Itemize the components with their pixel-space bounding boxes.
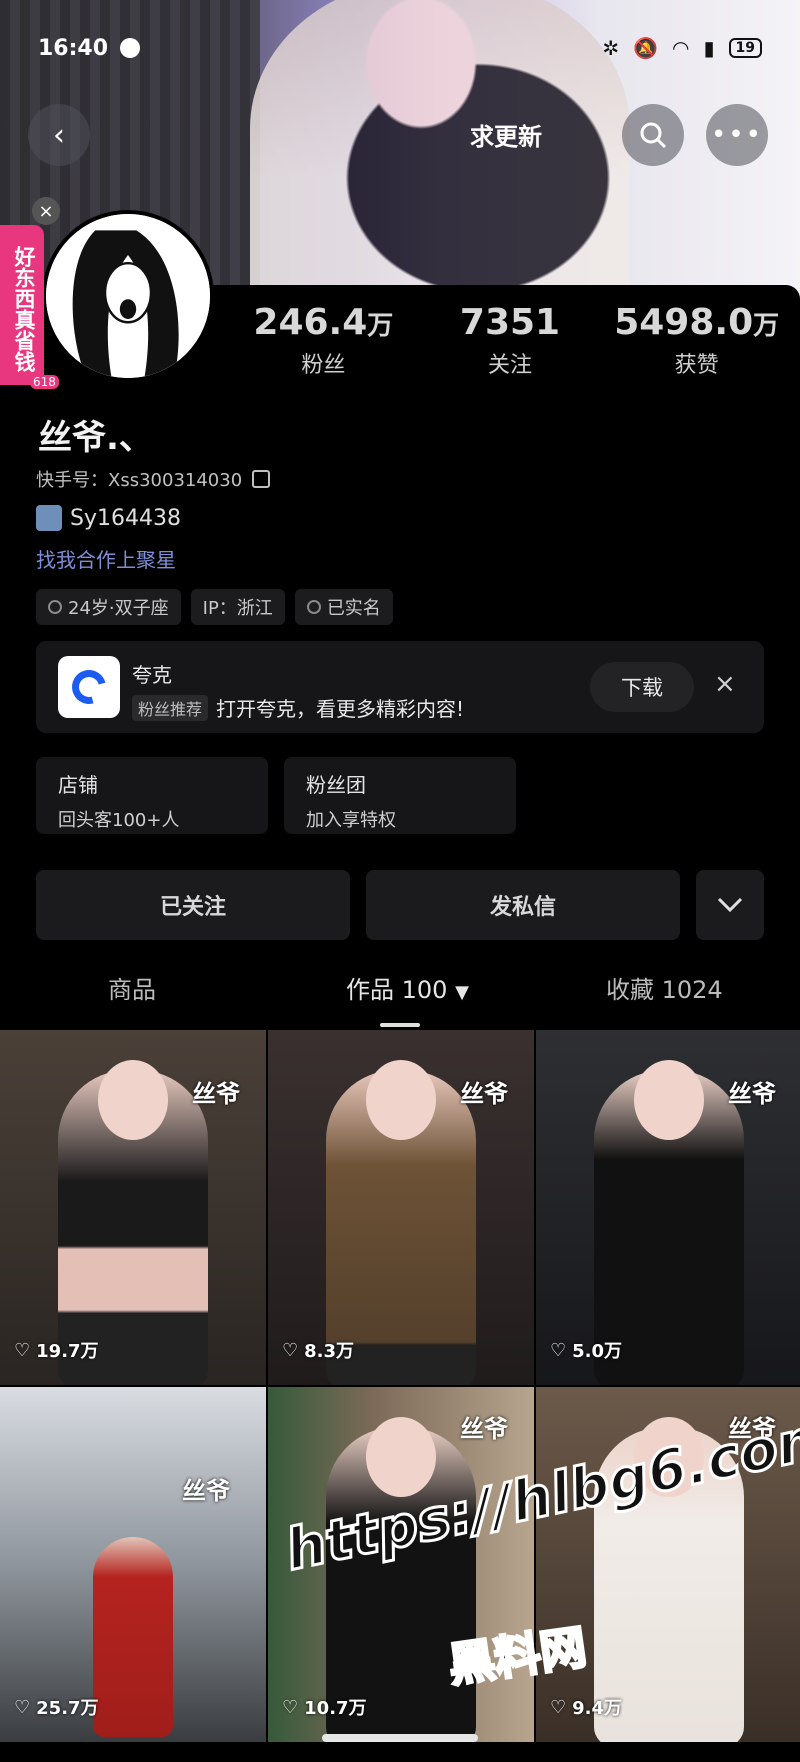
video-likes: ♡ 9.4万 [550, 1696, 623, 1720]
followed-button[interactable]: 已关注 [36, 870, 350, 940]
back-button[interactable]: ‹ [28, 104, 90, 166]
video-likes: ♡ 10.7万 [282, 1696, 367, 1720]
mute-icon: 🔕 [633, 36, 659, 60]
heart-icon: ♡ [282, 1696, 299, 1718]
heart-icon: ♡ [282, 1339, 299, 1361]
status-time: 16:40 [38, 35, 109, 61]
shop-card[interactable]: 店铺 回头客100+人 [36, 757, 268, 834]
video-item[interactable]: 丝爷 ♡ 5.0万 [536, 1030, 800, 1385]
status-icons: ✲ 🔕 ◠ ▮ 19 [602, 36, 762, 60]
stat-unit: 万 [367, 311, 394, 341]
notification-icon [120, 38, 141, 58]
tab-favorites[interactable]: 收藏 1024 [606, 970, 723, 1005]
tag-label: 24岁·双子座 [68, 598, 169, 619]
stat-label: 获赞 [674, 353, 719, 378]
stat-value: 5498.0 [614, 302, 754, 343]
battery-icon: 19 [728, 38, 762, 58]
search-button[interactable] [622, 104, 684, 166]
avatar-illustration [46, 214, 210, 378]
ad-description: 粉丝推荐 打开夸克，看更多精彩内容! [132, 693, 464, 722]
video-item[interactable]: 丝爷 ♡ 19.7万 [0, 1030, 266, 1385]
avatar[interactable] [42, 210, 214, 382]
tag-verified: 已实名 [294, 589, 393, 625]
ad-card[interactable]: 夸克 粉丝推荐 打开夸克，看更多精彩内容! 下载 × [36, 641, 764, 733]
video-item[interactable]: 丝爷 ♡ 8.3万 [268, 1030, 534, 1385]
tab-indicator [380, 1023, 420, 1027]
username: 丝爷.、 [38, 418, 153, 458]
tag-ip: IP：浙江 [190, 589, 285, 625]
video-watermark: 丝爷 [192, 1080, 240, 1108]
expand-button[interactable] [696, 870, 764, 940]
tab-works-label: 作品 100 [346, 976, 448, 1004]
heart-icon: ♡ [14, 1339, 31, 1361]
profile-stats: 246.4万 粉丝 7351 关注 5498.0万 获赞 [230, 302, 790, 379]
ad-download-button[interactable]: 下载 [590, 662, 694, 712]
age-icon [48, 600, 62, 614]
more-button[interactable]: ••• [706, 104, 768, 166]
tab-works[interactable]: 作品 100 ▼ [346, 970, 469, 1005]
caret-down-icon: ▼ [455, 982, 469, 1003]
home-indicator[interactable] [322, 1734, 478, 1742]
tag-label: IP：浙江 [202, 598, 273, 619]
shop-title: 店铺 [58, 773, 98, 797]
fan-club-card[interactable]: 粉丝团 加入享特权 [284, 757, 516, 834]
quark-logo-icon [58, 656, 120, 718]
heart-icon: ♡ [14, 1696, 31, 1718]
promo-close-button[interactable]: × [32, 197, 60, 225]
chevron-down-icon [717, 897, 743, 913]
fan-club-title: 粉丝团 [306, 773, 366, 797]
video-likes: ♡ 25.7万 [14, 1696, 99, 1720]
message-button[interactable]: 发私信 [366, 870, 680, 940]
shirt-icon [36, 505, 62, 531]
tag-age: 24岁·双子座 [36, 589, 181, 625]
copy-icon[interactable] [252, 470, 271, 488]
video-item[interactable]: 丝爷 ♡ 25.7万 [0, 1387, 266, 1742]
shop-sub: 回头客100+人 [58, 810, 180, 831]
video-likes: ♡ 8.3万 [282, 1339, 355, 1363]
fan-club-sub: 加入享特权 [306, 810, 396, 831]
heart-icon: ♡ [550, 1339, 567, 1361]
promo-badge: 618 [30, 375, 59, 389]
stat-following[interactable]: 7351 关注 [417, 302, 604, 379]
ad-text: 打开夸克，看更多精彩内容! [216, 697, 465, 721]
promo-banner[interactable]: 好东西真省钱 [0, 225, 44, 385]
verified-icon [306, 600, 321, 614]
video-watermark: 丝爷 [182, 1477, 230, 1505]
content-tabs: 商品 作品 100 ▼ 收藏 1024 [0, 970, 800, 1026]
sy-account-text: Sy164438 [70, 505, 181, 531]
wifi-icon: ◠ [672, 36, 690, 60]
tag-label: 已实名 [326, 598, 381, 619]
signal-icon: ▮ [703, 36, 715, 60]
kuaishou-id-text: 快手号：Xss300314030 [36, 470, 243, 491]
chevron-left-icon: ‹ [53, 117, 65, 153]
video-grid: 丝爷 ♡ 19.7万 丝爷 ♡ 8.3万 丝爷 ♡ 5.0万 丝爷 ♡ 25.7万 丝爷… [0, 1030, 800, 1742]
video-watermark: 丝爷 [460, 1080, 508, 1108]
ad-tag: 粉丝推荐 [132, 694, 209, 721]
cooperate-link[interactable]: 找我合作上聚星 [36, 544, 176, 573]
profile-tags: 24岁·双子座 IP：浙江 已实名 [36, 589, 393, 625]
stat-label: 粉丝 [301, 353, 346, 378]
video-thumbnail [93, 1537, 173, 1737]
ad-close-icon[interactable]: × [714, 669, 736, 699]
ad-app-name: 夸克 [132, 663, 172, 687]
video-watermark: 丝爷 [460, 1415, 508, 1443]
video-likes: ♡ 5.0万 [550, 1339, 623, 1363]
stat-likes[interactable]: 5498.0万 获赞 [603, 302, 790, 379]
video-watermark: 丝爷 [728, 1080, 776, 1108]
tab-products[interactable]: 商品 [108, 970, 156, 1005]
stat-followers[interactable]: 246.4万 粉丝 [230, 302, 417, 379]
stat-value: 7351 [459, 302, 561, 343]
more-dots-icon: ••• [710, 120, 763, 150]
video-likes: ♡ 19.7万 [14, 1339, 99, 1363]
stat-value: 246.4 [253, 302, 368, 343]
search-icon [640, 122, 667, 149]
stat-label: 关注 [488, 353, 533, 378]
kuaishou-id: 快手号：Xss300314030 [36, 466, 271, 492]
status-bar: 16:40 ✲ 🔕 ◠ ▮ 19 [0, 28, 800, 68]
sy-account: Sy164438 [36, 505, 181, 531]
heart-icon: ♡ [550, 1696, 567, 1718]
stat-unit: 万 [753, 311, 780, 341]
hotspot-icon: ✲ [602, 36, 620, 60]
request-update-button[interactable]: 求更新 [470, 117, 542, 152]
